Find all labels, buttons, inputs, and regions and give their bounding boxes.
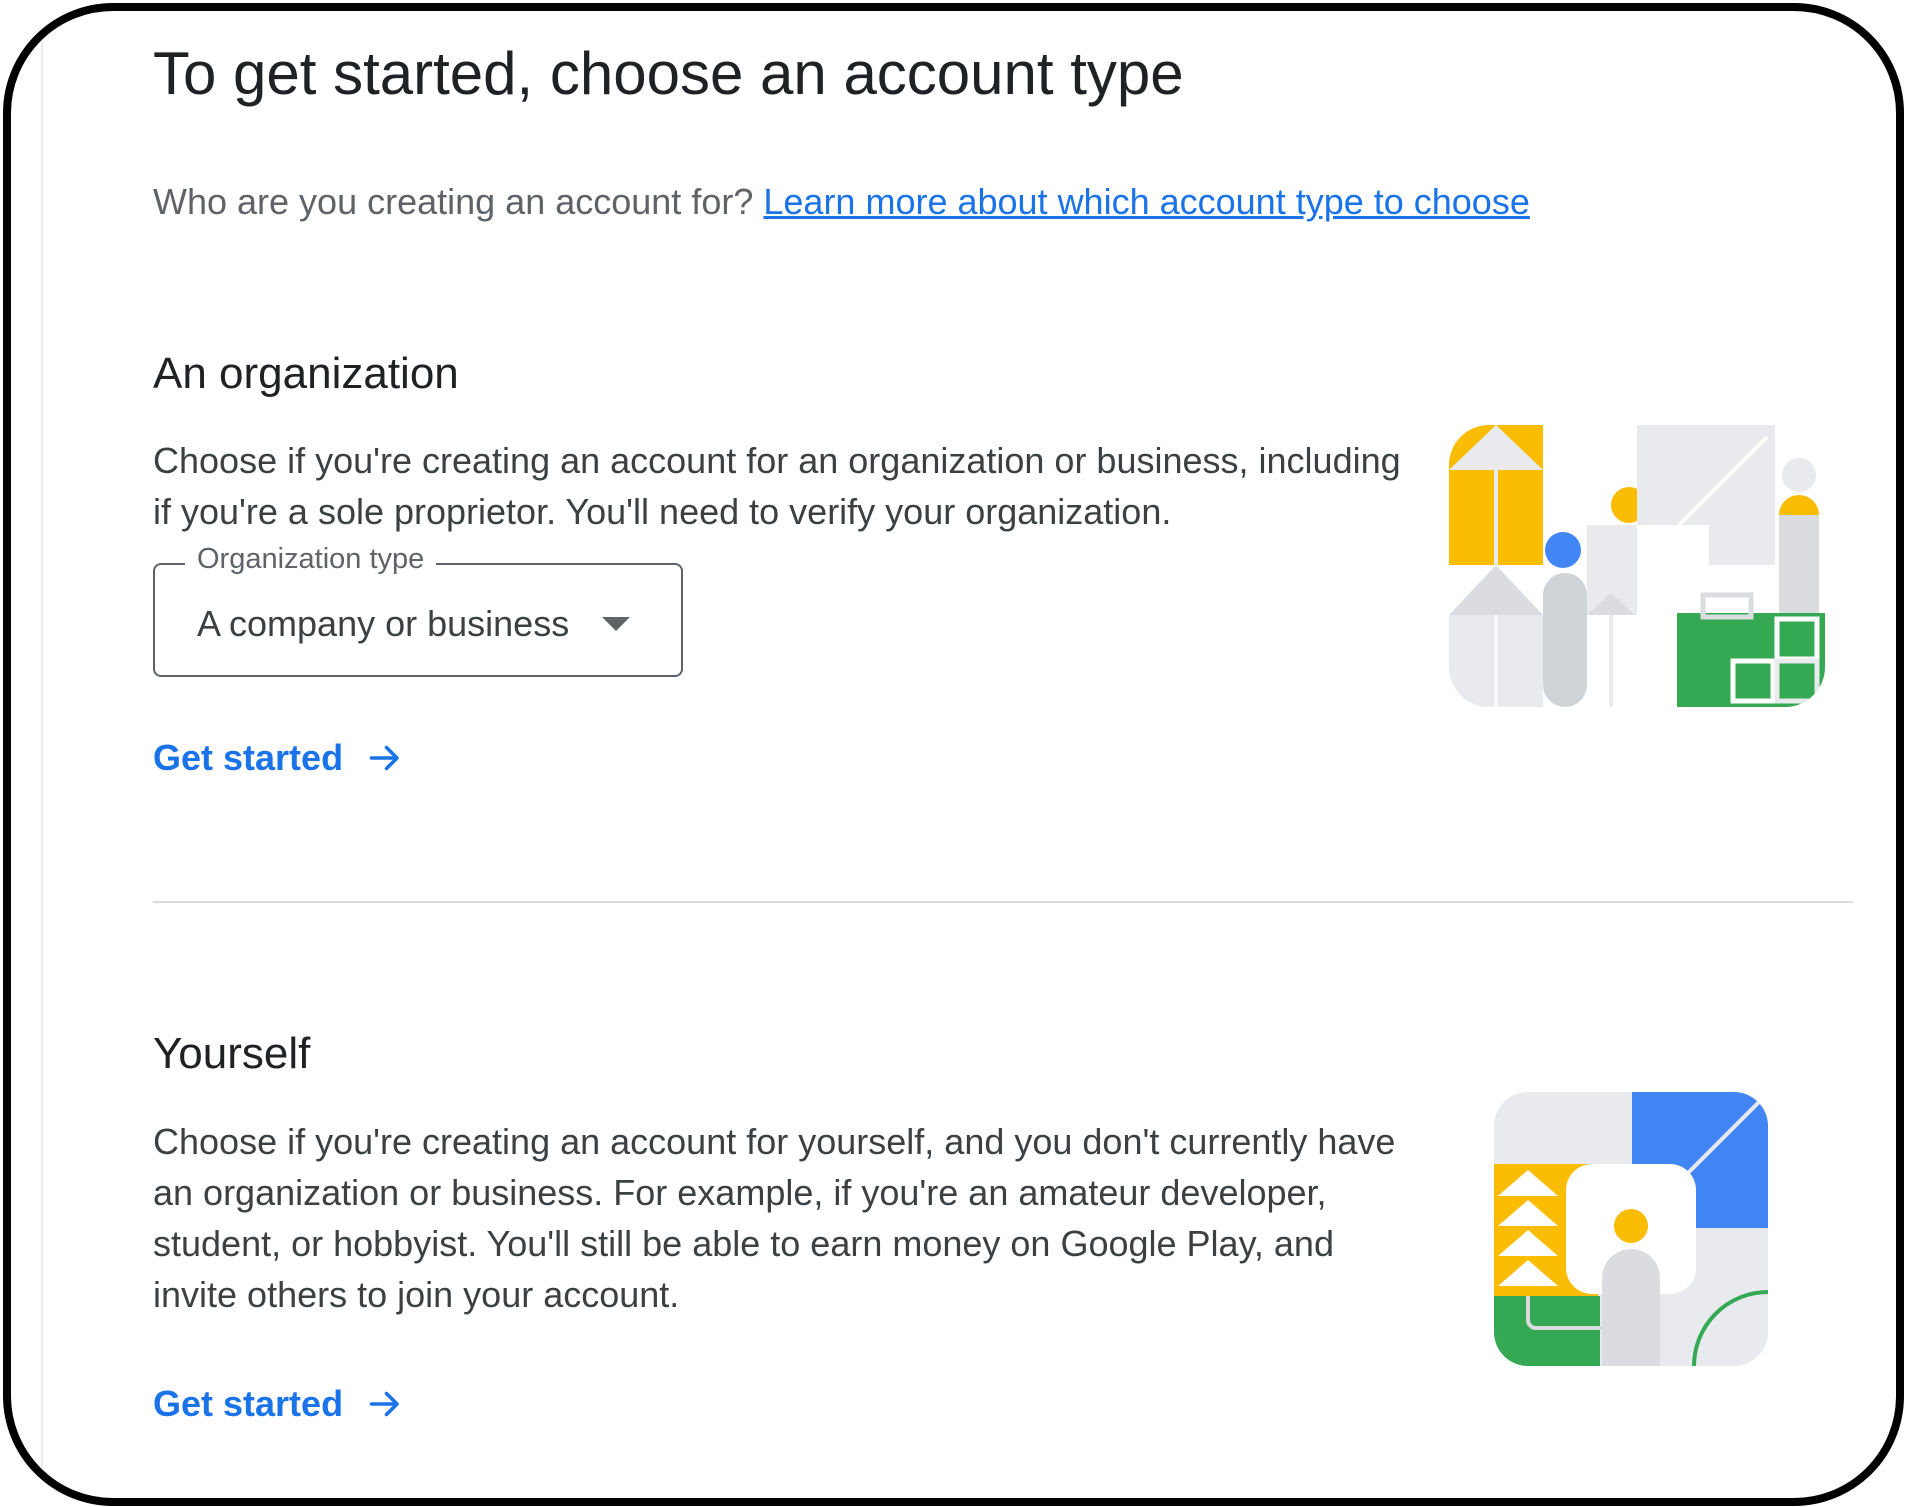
personal-illustration-icon: [1494, 1092, 1768, 1366]
organization-type-label: Organization type: [185, 543, 437, 576]
arrow-right-icon: [369, 745, 399, 771]
organization-type-value: A company or business: [197, 603, 570, 644]
window-frame: To get started, choose an account type W…: [3, 3, 1904, 1506]
arrow-right-icon: [369, 1391, 399, 1417]
intro-question: Who are you creating an account for?: [153, 181, 754, 222]
yourself-heading: Yourself: [153, 1029, 311, 1078]
yourself-description: Choose if you're creating an account for…: [153, 1121, 1396, 1315]
section-divider: [153, 901, 1853, 903]
organization-illustration-icon: [1449, 425, 1825, 707]
organization-type-select[interactable]: Organization type A company or business: [153, 543, 683, 677]
dropdown-caret-icon: [602, 617, 630, 631]
organization-heading: An organization: [153, 349, 459, 398]
main-content: To get started, choose an account type W…: [11, 11, 1896, 1498]
organization-get-started-link[interactable]: Get started: [153, 737, 403, 779]
get-started-label: Get started: [153, 737, 344, 778]
organization-description: Choose if you're creating an account for…: [153, 440, 1401, 532]
intro-text: Who are you creating an account for? Lea…: [153, 181, 1530, 223]
yourself-get-started-link[interactable]: Get started: [153, 1383, 403, 1425]
get-started-label: Get started: [153, 1383, 344, 1424]
page-title: To get started, choose an account type: [153, 40, 1184, 107]
learn-more-link[interactable]: Learn more about which account type to c…: [763, 181, 1529, 222]
